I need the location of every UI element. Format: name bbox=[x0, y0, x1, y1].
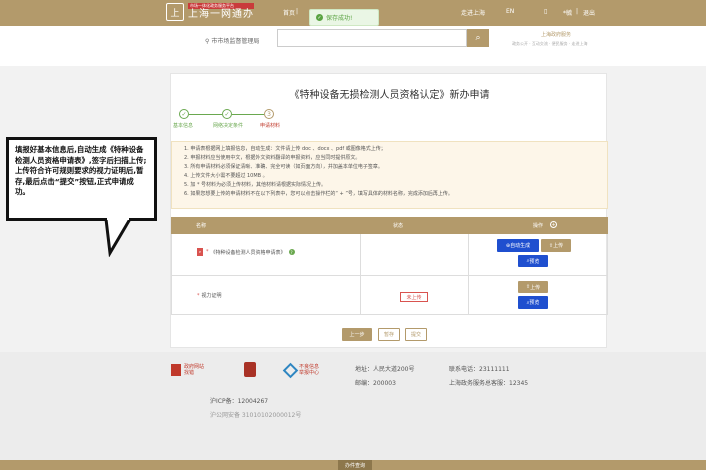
application-card: 《特种设备无损检测人员资格认定》新办申请 ✓ ✓ 3 基本信息 网络决定条件 申… bbox=[170, 73, 608, 348]
auto-generate-button[interactable]: ⊕ 自动生成 bbox=[497, 239, 539, 252]
note-2: 2. 申报材料应当使用中文，根据外文资料翻译的申报资料，应当同时提供原文。 bbox=[184, 155, 361, 161]
save-success-toast: ✓ 保存成功! bbox=[309, 9, 379, 26]
mobile-icon[interactable]: ▯ bbox=[544, 8, 547, 15]
note-4: 4. 上传文件大小需不要超过 10MB 。 bbox=[184, 173, 268, 179]
slogan: 上海政府服务 bbox=[541, 32, 572, 38]
material-name: 视力证明 bbox=[201, 293, 222, 299]
help-icon[interactable]: ? bbox=[288, 249, 295, 255]
report-icon bbox=[282, 362, 299, 378]
footer-phone: 联系电话：23111111 bbox=[449, 366, 510, 373]
case-query-button[interactable]: 办件查询 bbox=[338, 460, 372, 470]
material-name: 《特种设备检测人员资格申请表》 bbox=[210, 249, 286, 256]
gov-badge-icon bbox=[171, 364, 181, 376]
header-status: 状态 bbox=[393, 223, 404, 229]
note-6: 6. 如果您想要上传的申请材料不在以下列表中，您可以点击操作栏的“ + ”号，填… bbox=[184, 191, 453, 197]
logout-link[interactable]: 退出 bbox=[583, 8, 595, 17]
nav-shanghai[interactable]: 走进上海 bbox=[461, 8, 485, 17]
step-progress: ✓ ✓ 3 基本信息 网络决定条件 申请材料 bbox=[173, 109, 293, 133]
footer-hotline: 上海政务服务总客服：12345 bbox=[449, 380, 529, 387]
save-draft-button[interactable]: 暂存 bbox=[378, 328, 400, 341]
bubble-tail bbox=[104, 217, 132, 257]
note-3: 3. 所有申请材料必须保证清晰、准确、完全可读（如页面方向），并加盖本单位电子签… bbox=[184, 164, 383, 170]
nav-home[interactable]: 首页 bbox=[283, 8, 295, 17]
note-5: 5. 加 * 号材料为必须上传材料，其他材料请根据实际情况上传。 bbox=[184, 182, 327, 188]
footer-police: 沪公网安备 31010102000012号 bbox=[210, 412, 302, 419]
footer-icp: 沪ICP备：12004267 bbox=[210, 398, 269, 405]
instructions-box: 1. 申请表根据网上填报信息，自动生成：文件请上传 doc 、docx 、pdf… bbox=[171, 141, 608, 209]
annotation-bubble: 填报好基本信息后,自动生成《特种设备检测人员资格申请表》,签字后扫描上传;上传符… bbox=[6, 137, 157, 221]
header-name: 名称 bbox=[196, 223, 207, 229]
step-3-number: 3 bbox=[264, 109, 274, 119]
annotation-text: 填报好基本信息后,自动生成《特种设备检测人员资格申请表》,签字后扫描上传;上传符… bbox=[15, 145, 147, 196]
note-1: 1. 申请表根据网上填报信息，自动生成：文件请上传 doc 、docx 、pdf… bbox=[184, 146, 386, 152]
check-icon: ✓ bbox=[316, 14, 323, 21]
slogan-sub: 政务公开 · 互动交流 · 便民服务 · 走进上海 bbox=[512, 41, 588, 46]
step-1-label: 基本信息 bbox=[173, 123, 194, 129]
search-icon[interactable]: ⌕ bbox=[467, 29, 489, 47]
logo-title: 上海一网通办 bbox=[188, 9, 254, 20]
site-logo[interactable]: 上 市场一体化政务服务平台 上海一网通办 bbox=[166, 3, 254, 21]
party-emblem-icon[interactable] bbox=[244, 362, 256, 377]
search-input[interactable] bbox=[277, 29, 467, 47]
nav-english[interactable]: EN bbox=[506, 8, 514, 15]
footer-address: 地址：人民大道200号 bbox=[355, 366, 415, 373]
emblem-icon: 上 bbox=[166, 3, 184, 21]
table-header: 名称 状态 操作 + bbox=[171, 217, 608, 234]
step-3-label: 申请材料 bbox=[260, 123, 281, 129]
report-center-logo[interactable]: 不良信息 举报中心 bbox=[282, 362, 325, 378]
page-title: 《特种设备无损检测人员资格认定》新办申请 bbox=[289, 90, 490, 101]
step-2-check-icon: ✓ bbox=[222, 109, 232, 119]
step-1-check-icon: ✓ bbox=[179, 109, 189, 119]
search-bar: ⚲ 市市场监督管理局 ⌕ 上海政府服务 政务公开 · 互动交流 · 便民服务 ·… bbox=[0, 26, 706, 66]
table-row: * 视力证明 未上传 ⇧ 上传 ⌕ 预览 bbox=[171, 276, 608, 315]
footer: 政府网站 找错 不良信息 举报中心 地址：人民大道200号 邮编：200003 … bbox=[0, 352, 706, 460]
step-2-label: 网络决定条件 bbox=[213, 123, 244, 129]
materials-table: 名称 状态 操作 + P * 《特种设备检测人员资格申请表》 ? ⊕ 自动生成 ⇧… bbox=[171, 217, 608, 315]
location-label: 市市场监督管理局 bbox=[211, 38, 260, 45]
table-row: P * 《特种设备检测人员资格申请表》 ? ⊕ 自动生成 ⇧ 上传 ⌕ 预览 bbox=[171, 234, 608, 276]
prev-step-button[interactable]: 上一步 bbox=[342, 328, 372, 341]
footer-postcode: 邮编：200003 bbox=[355, 380, 396, 387]
upload-button[interactable]: ⇧ 上传 bbox=[541, 239, 571, 252]
pdf-file-icon: P bbox=[197, 248, 203, 256]
user-name[interactable]: *毓 bbox=[563, 8, 572, 17]
preview-button[interactable]: ⌕ 预览 bbox=[518, 296, 548, 309]
header-actions: 操作 bbox=[533, 223, 544, 229]
location-selector[interactable]: ⚲ 市市场监督管理局 bbox=[205, 36, 259, 45]
upload-button[interactable]: ⇧ 上传 bbox=[518, 281, 548, 293]
add-material-icon[interactable]: + bbox=[550, 221, 557, 228]
toast-message: 保存成功! bbox=[326, 15, 353, 22]
status-badge: 未上传 bbox=[400, 292, 428, 302]
gov-site-error-logo[interactable]: 政府网站 找错 bbox=[171, 364, 210, 376]
submit-button[interactable]: 提交 bbox=[405, 328, 427, 341]
preview-button[interactable]: ⌕ 预览 bbox=[518, 255, 548, 267]
